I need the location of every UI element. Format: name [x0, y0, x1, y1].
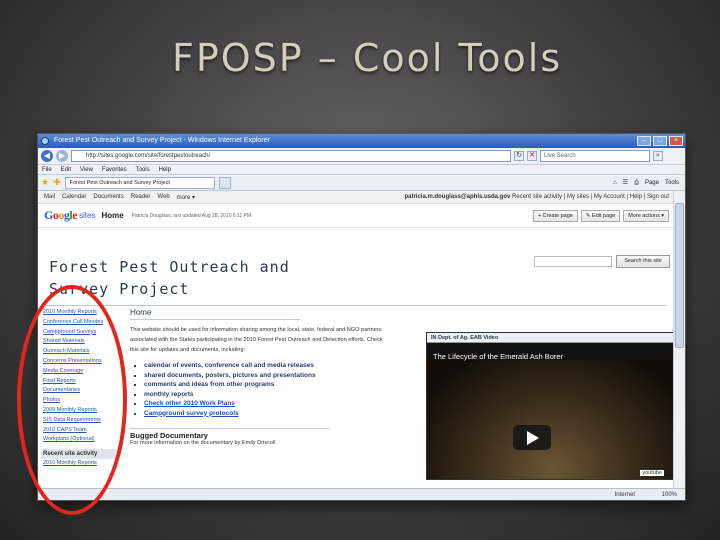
- main-heading: Home: [130, 308, 300, 320]
- sites-logo-suffix: sites: [79, 211, 96, 220]
- minimize-icon[interactable]: –: [637, 136, 651, 146]
- address-bar[interactable]: http://sites.google.com/site/forestpesto…: [71, 150, 511, 162]
- sidebar-item[interactable]: 2009 Monthly Reports: [41, 406, 119, 416]
- youtube-logo[interactable]: youtube: [640, 470, 664, 476]
- sidebar-item[interactable]: Shared Materials: [41, 337, 119, 347]
- window-title: Forest Pest Outreach and Survey Project …: [54, 137, 270, 144]
- feeds-icon[interactable]: ☰: [623, 177, 628, 189]
- menu-item-help[interactable]: Help: [159, 167, 171, 173]
- video-frame[interactable]: [427, 360, 678, 479]
- google-bar-link[interactable]: Calendar: [62, 194, 86, 201]
- create-page-button[interactable]: + Create page: [532, 210, 578, 222]
- feature-list-item: calendar of events, conference call and …: [144, 361, 388, 371]
- stop-icon[interactable]: ✕: [527, 151, 537, 161]
- search-icon[interactable]: ⌕: [653, 151, 663, 161]
- address-row: ◀ ▶ http://sites.google.com/site/forestp…: [38, 148, 685, 165]
- intro-text: This website should be used for informat…: [130, 327, 383, 353]
- tab-row: ★ ✚ Forest Pest Outreach and Survey Proj…: [38, 175, 685, 191]
- sidebar-item[interactable]: 2010 Monthly Reports: [41, 308, 119, 318]
- search-input[interactable]: Live Search: [540, 150, 650, 162]
- recent-activity-heading[interactable]: Recent site activity: [41, 449, 119, 460]
- site-search-button[interactable]: Search this site: [616, 255, 670, 268]
- menu-item-file[interactable]: File: [42, 167, 52, 173]
- refresh-icon[interactable]: ↻: [514, 151, 524, 161]
- sidebar-item[interactable]: Media Coverage: [41, 367, 119, 377]
- maximize-icon[interactable]: □: [653, 136, 667, 146]
- sidebar-item[interactable]: Workplans (Optional): [41, 435, 119, 445]
- sidebar-item[interactable]: Concerns Presentations: [41, 357, 119, 367]
- site-title: Forest Pest Outreach and Survey Project: [49, 258, 290, 298]
- sidebar-item[interactable]: Photos: [41, 396, 119, 406]
- menu-item-edit[interactable]: Edit: [61, 167, 71, 173]
- menu-bar: File Edit View Favorites Tools Help: [38, 165, 685, 175]
- tab-active[interactable]: Forest Pest Outreach and Survey Project: [64, 176, 215, 189]
- slide-title: FPOSP – Cool Tools: [172, 36, 563, 80]
- vertical-scrollbar[interactable]: [673, 191, 685, 490]
- sidebar-item[interactable]: Outreach Materials: [41, 347, 119, 357]
- feature-list-item[interactable]: Campground survey protocols: [144, 409, 388, 419]
- sidebar-nav: 2010 Monthly Reports Conference Call Minu…: [41, 308, 119, 469]
- sidebar-item[interactable]: SIS Data Requirements: [41, 416, 119, 426]
- title-divider: [46, 305, 666, 306]
- sidebar-item[interactable]: Conference Call Minutes: [41, 318, 119, 328]
- video-title[interactable]: The Lifecycle of the Emerald Ash Borer: [433, 352, 563, 361]
- back-icon[interactable]: ◀: [41, 150, 53, 162]
- window-titlebar[interactable]: Forest Pest Outreach and Survey Project …: [38, 134, 685, 148]
- sidebar-item[interactable]: Documentaries: [41, 386, 119, 396]
- bugged-title: Bugged Documentary: [130, 431, 208, 440]
- close-icon[interactable]: ×: [669, 136, 683, 146]
- google-bar-link[interactable]: Mail: [44, 194, 55, 201]
- google-bar-link[interactable]: more ▾: [177, 194, 195, 201]
- ie-icon: [41, 137, 49, 145]
- forward-icon[interactable]: ▶: [56, 150, 68, 162]
- feature-list-item[interactable]: Check other 2010 Work Plans: [144, 399, 388, 409]
- main-content: Home This website should be used for inf…: [130, 308, 388, 446]
- status-bar: Internet 100%: [38, 488, 685, 500]
- zoom-level[interactable]: 100%: [662, 489, 677, 500]
- video-gadget[interactable]: IN Dept. of Ag. EAB Video The Lifecycle …: [426, 332, 679, 480]
- menu-item-favorites[interactable]: Favorites: [102, 167, 127, 173]
- feature-list-item: comments and ideas from other programs: [144, 380, 388, 390]
- new-tab-button[interactable]: [218, 176, 231, 189]
- print-icon[interactable]: ⎙: [634, 177, 639, 189]
- feature-list-item: shared documents, posters, pictures and …: [144, 371, 388, 381]
- add-favorites-icon[interactable]: ✚: [53, 177, 61, 188]
- browser-window: Forest Pest Outreach and Survey Project …: [37, 133, 686, 501]
- site-search-input[interactable]: [534, 256, 612, 267]
- sidebar-item[interactable]: 2010 CAPS Team: [41, 426, 119, 436]
- play-icon[interactable]: [513, 425, 551, 450]
- menu-item-tools[interactable]: Tools: [136, 167, 150, 173]
- more-actions-button[interactable]: More actions ▾: [623, 210, 669, 222]
- last-updated: Patricia Douglass, last updated Aug 28, …: [131, 212, 252, 219]
- google-logo[interactable]: Google: [44, 208, 77, 223]
- security-zone: Internet: [614, 492, 635, 498]
- scrollbar-thumb[interactable]: [675, 203, 684, 348]
- edit-page-button[interactable]: ✎ Edit page: [580, 210, 621, 222]
- sites-header: Google sites Home Patricia Douglass, las…: [38, 204, 675, 228]
- bugged-description: For more information on the documentary …: [130, 440, 276, 446]
- google-bar: Mail Calendar Documents Reader Web more ▾ pat…: [38, 191, 675, 204]
- tools-menu[interactable]: Tools: [665, 177, 679, 189]
- home-icon[interactable]: ⌂: [613, 177, 617, 189]
- bugged-section: Bugged Documentary For more information …: [130, 428, 330, 446]
- sidebar-item[interactable]: Campground Surveys: [41, 328, 119, 338]
- page-menu[interactable]: Page: [645, 177, 659, 189]
- google-bar-link[interactable]: Web: [157, 194, 169, 201]
- feature-list-item: monthly reports: [144, 390, 388, 400]
- page-title: Home: [101, 211, 124, 220]
- account-links[interactable]: Recent site activity | My sites | My Acc…: [512, 194, 669, 200]
- menu-item-view[interactable]: View: [80, 167, 93, 173]
- google-bar-link[interactable]: Documents: [93, 194, 123, 201]
- recent-activity-item[interactable]: 2010 Monthly Reports: [41, 459, 119, 469]
- video-header: IN Dept. of Ag. EAB Video: [427, 333, 678, 343]
- sidebar-item[interactable]: Final Reports: [41, 377, 119, 387]
- favorites-star-icon[interactable]: ★: [41, 177, 49, 188]
- account-email: patricia.m.douglass@aphis.usda.gov: [404, 194, 511, 200]
- feature-list: calendar of events, conference call and …: [130, 361, 388, 418]
- google-bar-link[interactable]: Reader: [131, 194, 151, 201]
